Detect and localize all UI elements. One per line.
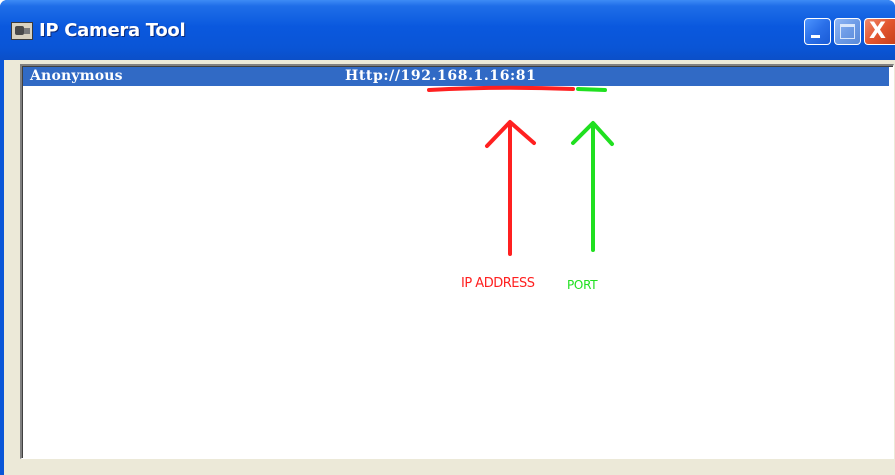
ip-camera-app-icon[interactable] — [11, 22, 33, 40]
maximize-icon — [840, 24, 855, 39]
title-bar[interactable]: IP Camera Tool X — [0, 0, 895, 60]
close-button[interactable]: X — [864, 18, 895, 45]
ip-address-label: IP ADDRESS — [461, 276, 535, 291]
camera-list[interactable] — [20, 64, 894, 459]
camera-url[interactable]: Http://192.168.1.16:81 — [345, 67, 537, 86]
maximize-button[interactable] — [834, 18, 861, 45]
camera-name[interactable]: Anonymous — [30, 67, 123, 86]
port-label: PORT — [567, 278, 598, 292]
minimize-button[interactable] — [804, 18, 831, 45]
window-title: IP Camera Tool — [39, 20, 186, 41]
minimize-icon — [811, 35, 820, 38]
close-icon: X — [869, 19, 886, 44]
